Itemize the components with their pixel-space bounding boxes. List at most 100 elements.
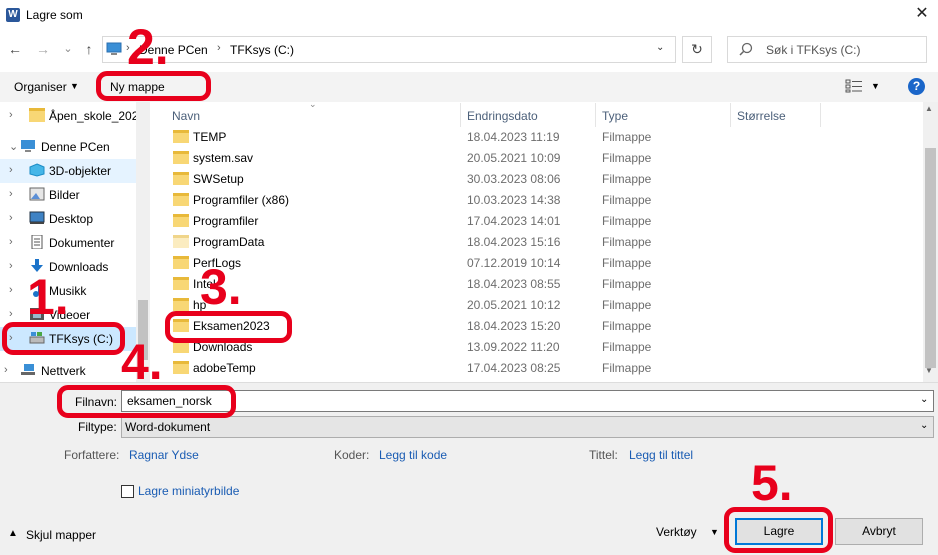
chevron-right-icon[interactable]: › (9, 236, 13, 248)
folder-icon (173, 277, 189, 290)
file-row[interactable]: Intel 18.04.2023 08:55 Filmappe (163, 273, 913, 294)
scroll-down-icon[interactable]: ▼ (925, 366, 933, 375)
filetype-select[interactable] (121, 416, 934, 438)
hide-folders-button[interactable]: Skjul mapper (26, 528, 96, 542)
pc-icon (106, 42, 122, 55)
caret-down-icon[interactable]: ▼ (871, 81, 880, 91)
desktop-icon (29, 211, 45, 224)
file-date: 07.12.2019 10:14 (467, 256, 561, 270)
column-divider[interactable] (595, 103, 596, 127)
save-thumbnail-label[interactable]: Lagre miniatyrbilde (138, 484, 239, 498)
file-row[interactable]: TEMP 18.04.2023 11:19 Filmappe (163, 126, 913, 147)
chevron-right-icon[interactable]: › (9, 188, 13, 200)
file-row[interactable]: SWSetup 30.03.2023 08:06 Filmappe (163, 168, 913, 189)
file-name: system.sav (193, 151, 254, 165)
column-divider[interactable] (820, 103, 821, 127)
title-input[interactable]: Legg til tittel (629, 448, 693, 462)
annotation-step-2: 2. (127, 19, 169, 75)
file-list-scrollbar-thumb[interactable] (925, 148, 936, 368)
file-type: Filmappe (602, 235, 652, 249)
breadcrumb-tfksys[interactable]: TFKsys (C:) (230, 43, 294, 57)
sidebar-item-apen-skole[interactable]: › Åpen_skole_2021 (0, 104, 150, 128)
sidebar-item-desktop[interactable]: › Desktop (0, 207, 150, 231)
filename-input[interactable] (121, 390, 934, 412)
sidebar-item-downloads[interactable]: › Downloads (0, 255, 150, 279)
file-type: Filmappe (602, 151, 652, 165)
breadcrumb-separator: › (217, 42, 221, 54)
folder-icon (173, 235, 189, 248)
close-button[interactable]: ✕ (912, 6, 932, 24)
sidebar-item-pictures[interactable]: › Bilder (0, 183, 150, 207)
chevron-right-icon[interactable]: › (9, 260, 13, 272)
back-button[interactable]: ← (7, 40, 23, 58)
column-header-date[interactable]: Endringsdato (467, 109, 538, 123)
organise-menu[interactable]: Organiser (14, 80, 67, 94)
refresh-button[interactable]: ↻ (682, 36, 712, 63)
file-name: ProgramData (193, 235, 265, 249)
file-type: Filmappe (602, 256, 652, 270)
chevron-down-icon[interactable]: ⌄ (9, 140, 18, 153)
word-app-icon: W (6, 8, 20, 22)
recent-locations-button[interactable]: ⌄ (60, 40, 76, 58)
forward-button[interactable]: → (35, 40, 51, 58)
file-row[interactable]: PerfLogs 07.12.2019 10:14 Filmappe (163, 252, 913, 273)
folder-icon (173, 256, 189, 269)
chevron-up-icon[interactable]: ▲ (8, 528, 18, 539)
column-header-size[interactable]: Størrelse (737, 109, 786, 123)
file-row[interactable]: Programfiler (x86) 10.03.2023 14:38 Filmap… (163, 189, 913, 210)
folder-icon (173, 298, 189, 311)
sidebar-item-documents[interactable]: › Dokumenter (0, 231, 150, 255)
tools-menu[interactable]: Verktøy (656, 525, 697, 539)
tags-label: Koder: (334, 448, 370, 462)
chevron-right-icon[interactable]: › (9, 164, 13, 176)
sidebar-item-label: Dokumenter (49, 236, 115, 250)
chevron-right-icon[interactable]: › (9, 109, 13, 121)
file-date: 18.04.2023 11:19 (467, 130, 560, 144)
chevron-right-icon[interactable]: › (9, 284, 13, 296)
chevron-down-icon[interactable]: ⌄ (656, 42, 664, 53)
file-name: adobeTemp (193, 361, 256, 375)
annotation-step-1: 1. (27, 269, 69, 325)
file-name: TEMP (193, 130, 227, 144)
chevron-right-icon[interactable]: › (4, 364, 8, 376)
search-placeholder: Søk i TFKsys (C:) (766, 43, 861, 57)
column-divider[interactable] (730, 103, 731, 127)
file-type: Filmappe (602, 319, 652, 333)
annotation-ring-new-folder (96, 71, 211, 101)
pictures-icon (29, 187, 45, 201)
chevron-right-icon[interactable]: › (9, 308, 13, 320)
network-icon (21, 364, 35, 375)
chevron-down-icon[interactable]: ⌄ (920, 394, 928, 405)
file-row[interactable]: Programfiler 17.04.2023 14:01 Filmappe (163, 210, 913, 231)
column-header-type[interactable]: Type (602, 109, 628, 123)
sidebar-item-3d-objects[interactable]: › 3D-objekter (0, 159, 136, 183)
sidebar-item-music[interactable]: › Musikk (0, 279, 150, 303)
annotation-step-3: 3. (200, 259, 242, 315)
caret-down-icon[interactable]: ▼ (710, 527, 719, 537)
sidebar-item-denne-pcen[interactable]: ⌄ Denne PCen (0, 135, 150, 159)
scroll-up-icon[interactable]: ▲ (925, 104, 933, 113)
help-icon[interactable]: ? (908, 78, 925, 95)
chevron-right-icon[interactable]: › (9, 212, 13, 224)
file-date: 18.04.2023 08:55 (467, 277, 561, 291)
save-thumbnail-checkbox[interactable] (121, 485, 134, 498)
sidebar-item-label: Nettverk (41, 364, 86, 378)
authors-value[interactable]: Ragnar Ydse (129, 448, 199, 462)
file-row[interactable]: ProgramData 18.04.2023 15:16 Filmappe (163, 231, 913, 252)
up-button[interactable]: ↑ (81, 40, 97, 58)
chevron-down-icon[interactable]: ⌄ (920, 420, 928, 431)
column-divider[interactable] (460, 103, 461, 127)
file-row[interactable]: adobeTemp 17.04.2023 08:25 Filmappe (163, 357, 913, 378)
tags-input[interactable]: Legg til kode (379, 448, 447, 462)
cancel-button[interactable]: Avbryt (835, 518, 923, 545)
sidebar-item-label: 3D-objekter (49, 164, 112, 178)
file-date: 13.09.2022 11:20 (467, 340, 560, 354)
sidebar-item-label: Bilder (49, 188, 80, 202)
file-type: Filmappe (602, 361, 652, 375)
column-header-name[interactable]: Navn (172, 109, 200, 123)
view-options-icon[interactable] (845, 79, 863, 93)
annotation-step-5: 5. (751, 455, 793, 511)
file-row[interactable]: system.sav 20.05.2021 10:09 Filmappe (163, 147, 913, 168)
file-type: Filmappe (602, 214, 652, 228)
title-label: Tittel: (589, 448, 618, 462)
